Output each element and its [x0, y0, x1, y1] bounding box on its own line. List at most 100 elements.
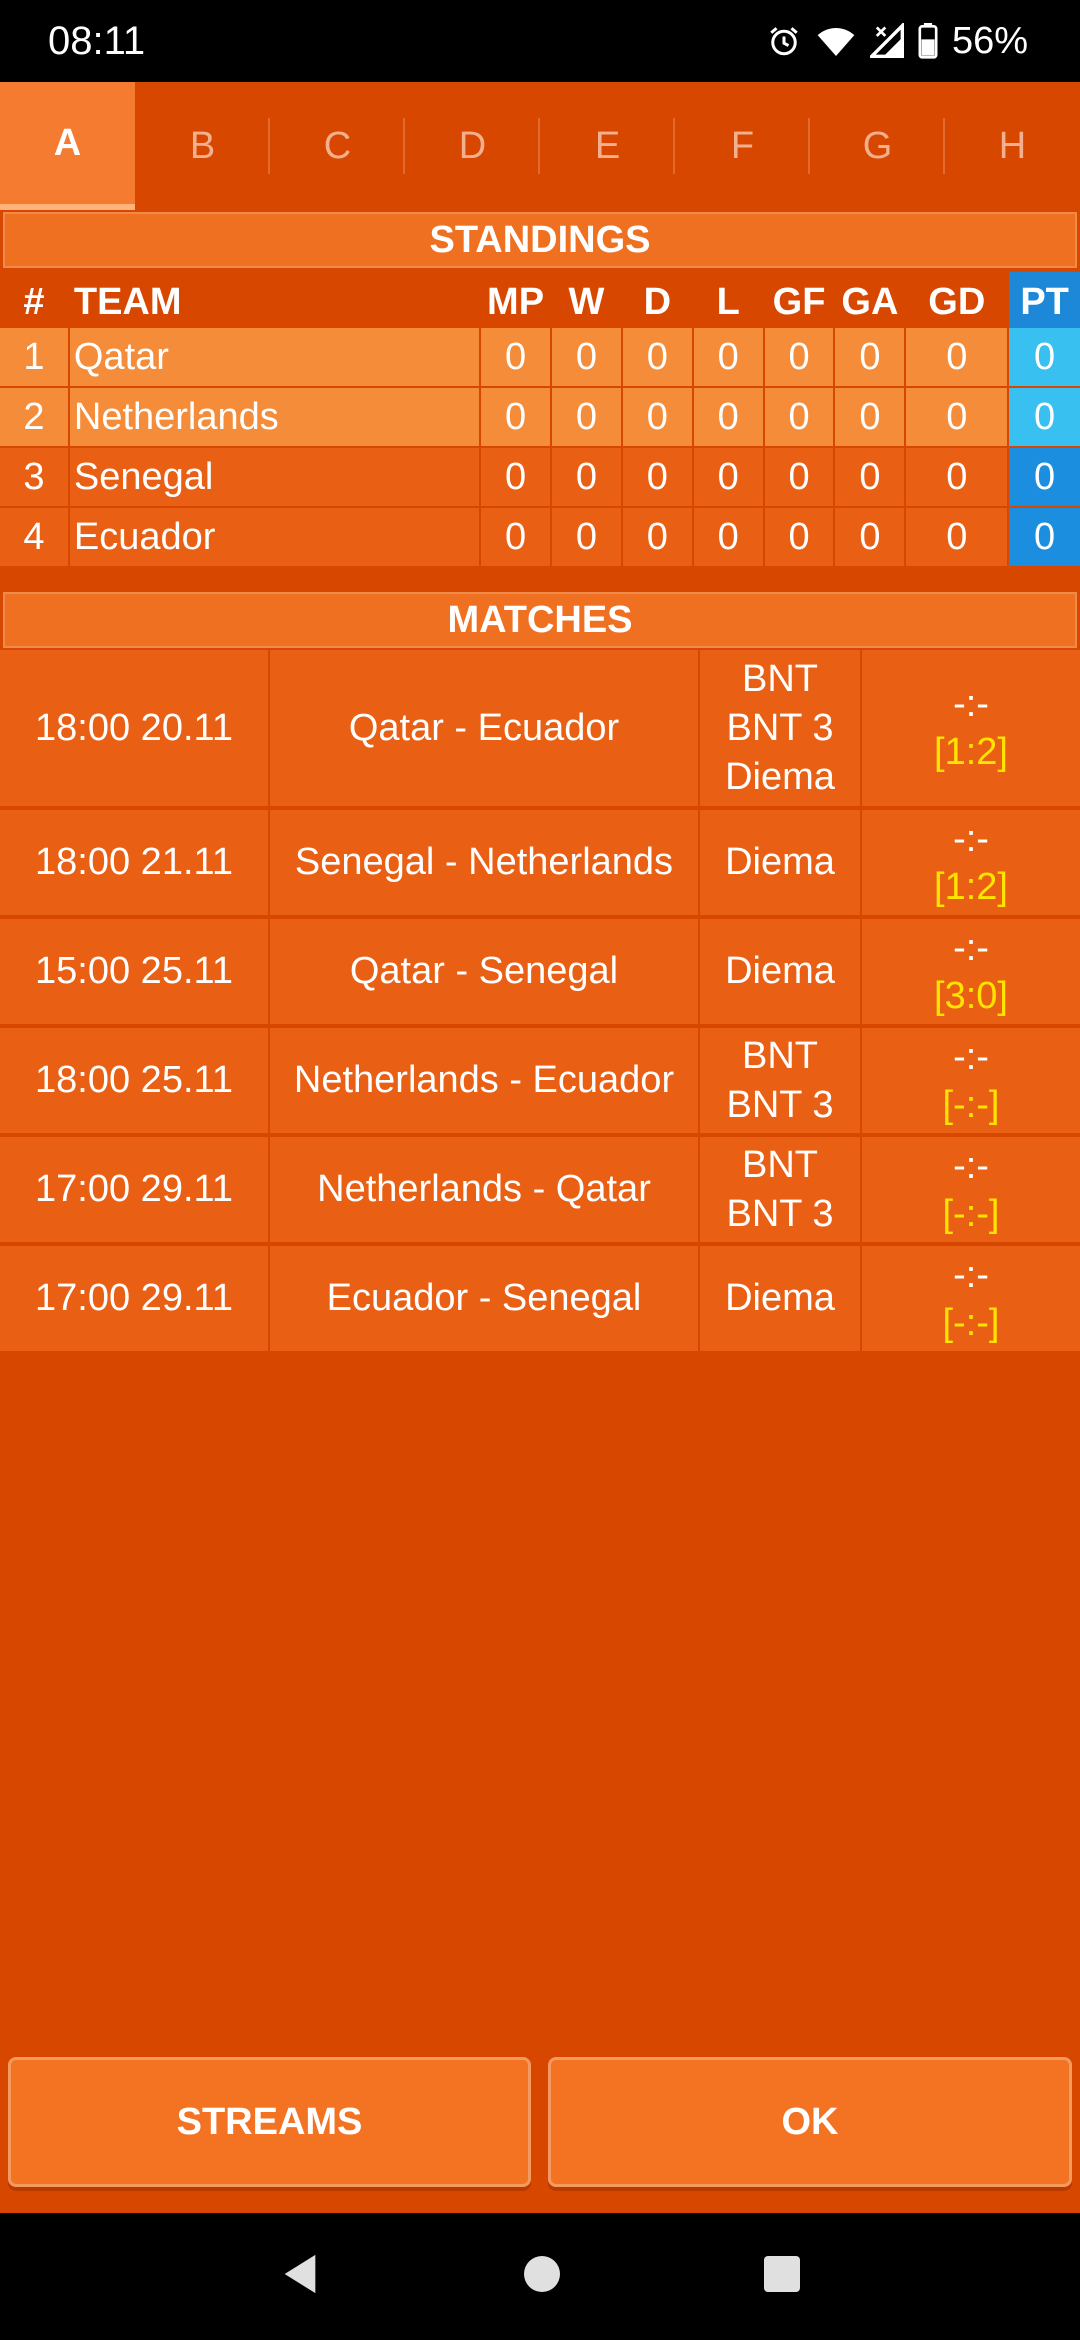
system-nav-bar	[0, 2213, 1080, 2340]
team-position: 1	[0, 328, 70, 386]
tv-channel: Diema	[725, 755, 835, 798]
team-d: 0	[623, 388, 694, 446]
match-score: -:- [-:-]	[862, 1137, 1080, 1242]
col-w: W	[552, 272, 623, 332]
team-w: 0	[552, 508, 623, 566]
tv-channel: BNT	[742, 1143, 818, 1186]
tab-group-h[interactable]: H	[945, 82, 1080, 210]
team-name: Qatar	[70, 328, 482, 386]
team-d: 0	[623, 448, 694, 506]
match-tv-channels: BNT BNT 3	[700, 1137, 862, 1242]
match-row[interactable]: 18:00 21.11 Senegal - Netherlands Diema …	[0, 810, 1080, 917]
match-prediction: [3:0]	[934, 974, 1008, 1017]
match-row[interactable]: 17:00 29.11 Ecuador - Senegal Diema -:- …	[0, 1246, 1080, 1353]
tab-group-b[interactable]: B	[135, 82, 270, 210]
match-teams: Ecuador - Senegal	[270, 1246, 700, 1351]
tab-group-c[interactable]: C	[270, 82, 405, 210]
tab-label: H	[998, 124, 1027, 167]
col-mp: MP	[481, 272, 552, 332]
standings-row[interactable]: 3 Senegal 0 0 0 0 0 0 0 0	[0, 448, 1080, 508]
team-name: Senegal	[70, 448, 482, 506]
standings-column-headers: # TEAM MP W D L GF GA GD PT	[0, 272, 1080, 332]
match-teams: Netherlands - Qatar	[270, 1137, 700, 1242]
match-result: -:-	[953, 1144, 989, 1187]
matches-title: MATCHES	[447, 598, 633, 641]
team-d: 0	[623, 328, 694, 386]
col-gd: GD	[906, 272, 1010, 332]
match-score: -:- [-:-]	[862, 1028, 1080, 1133]
col-ga: GA	[835, 272, 907, 332]
match-datetime: 17:00 29.11	[0, 1246, 270, 1351]
col-pt: PT	[1009, 272, 1080, 332]
match-result: -:-	[953, 683, 989, 725]
team-mp: 0	[481, 508, 552, 566]
tab-group-a[interactable]: A	[0, 82, 135, 210]
team-l: 0	[694, 448, 765, 506]
streams-button-label: STREAMS	[176, 2100, 363, 2143]
standings-row[interactable]: 4 Ecuador 0 0 0 0 0 0 0 0	[0, 508, 1080, 568]
standings-row[interactable]: 2 Netherlands 0 0 0 0 0 0 0 0	[0, 388, 1080, 448]
match-row[interactable]: 18:00 25.11 Netherlands - Ecuador BNT BN…	[0, 1028, 1080, 1135]
standings-row[interactable]: 1 Qatar 0 0 0 0 0 0 0 0	[0, 328, 1080, 388]
match-row[interactable]: 17:00 29.11 Netherlands - Qatar BNT BNT …	[0, 1137, 1080, 1244]
ok-button-label: OK	[781, 2100, 839, 2143]
tab-group-f[interactable]: F	[675, 82, 810, 210]
match-row[interactable]: 18:00 20.11 Qatar - Ecuador BNT BNT 3 Di…	[0, 650, 1080, 808]
match-row[interactable]: 15:00 25.11 Qatar - Senegal Diema -:- [3…	[0, 919, 1080, 1026]
match-datetime: 17:00 29.11	[0, 1137, 270, 1242]
team-name: Netherlands	[70, 388, 482, 446]
team-mp: 0	[481, 448, 552, 506]
team-gf: 0	[765, 448, 836, 506]
team-ga: 0	[835, 508, 907, 566]
match-datetime: 18:00 20.11	[0, 650, 270, 806]
home-icon[interactable]	[522, 2254, 562, 2299]
team-w: 0	[552, 388, 623, 446]
team-mp: 0	[481, 328, 552, 386]
tab-group-g[interactable]: G	[810, 82, 945, 210]
standings-header: STANDINGS	[3, 212, 1077, 268]
tv-channel: Diema	[725, 841, 835, 883]
wifi-icon	[816, 23, 856, 59]
matches-header: MATCHES	[3, 592, 1077, 648]
match-tv-channels: Diema	[700, 919, 862, 1024]
team-position: 2	[0, 388, 70, 446]
recents-icon[interactable]	[762, 2254, 802, 2299]
match-tv-channels: Diema	[700, 1246, 862, 1351]
match-teams: Senegal - Netherlands	[270, 810, 700, 915]
match-result: -:-	[953, 1035, 989, 1078]
team-w: 0	[552, 328, 623, 386]
match-result: -:-	[953, 817, 989, 860]
team-name: Ecuador	[70, 508, 482, 566]
back-icon[interactable]	[278, 2251, 322, 2302]
match-prediction: [-:-]	[942, 1301, 1000, 1344]
battery-icon	[918, 23, 938, 59]
tab-group-d[interactable]: D	[405, 82, 540, 210]
tab-group-e[interactable]: E	[540, 82, 675, 210]
team-l: 0	[694, 508, 765, 566]
team-points: 0	[1009, 448, 1080, 506]
tv-channel: BNT	[742, 657, 818, 700]
team-gd: 0	[906, 508, 1010, 566]
match-prediction: [1:2]	[934, 865, 1008, 908]
ok-button[interactable]: OK	[548, 2057, 1072, 2187]
team-gf: 0	[765, 328, 836, 386]
match-score: -:- [-:-]	[862, 1246, 1080, 1351]
col-pos: #	[0, 272, 70, 332]
match-result: -:-	[953, 926, 989, 969]
tab-label: D	[458, 124, 487, 167]
match-teams: Netherlands - Ecuador	[270, 1028, 700, 1133]
team-ga: 0	[835, 448, 907, 506]
battery-percent: 56%	[951, 19, 1028, 62]
team-points: 0	[1009, 508, 1080, 566]
col-d: D	[623, 272, 694, 332]
streams-button[interactable]: STREAMS	[8, 2057, 531, 2187]
team-w: 0	[552, 448, 623, 506]
match-tv-channels: BNT BNT 3 Diema	[700, 650, 862, 806]
tv-channel: BNT 3	[726, 1192, 834, 1235]
team-mp: 0	[481, 388, 552, 446]
tab-label: E	[594, 124, 621, 167]
match-result: -:-	[953, 1253, 989, 1296]
status-icons: 56%	[766, 20, 1028, 63]
match-score: -:- [1:2]	[862, 650, 1080, 806]
match-datetime: 18:00 25.11	[0, 1028, 270, 1133]
